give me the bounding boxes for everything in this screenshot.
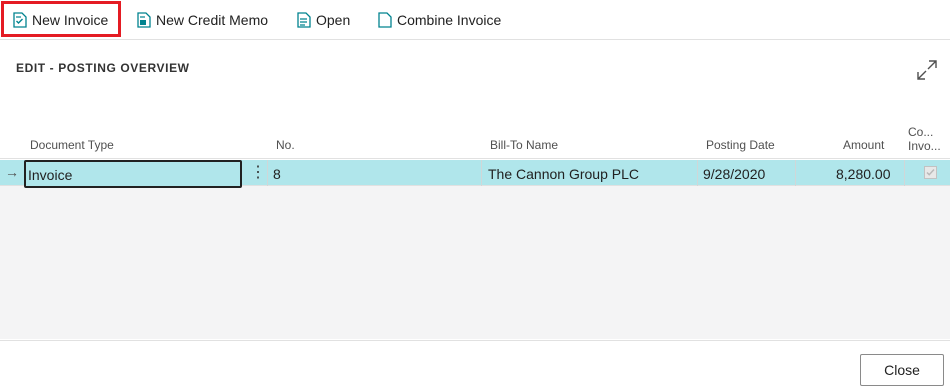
action-bar: New Invoice New Credit Memo Open Combine…: [0, 0, 950, 40]
header-no[interactable]: No.: [276, 138, 295, 152]
no-cell[interactable]: 8: [273, 166, 281, 182]
expand-icon[interactable]: [915, 58, 939, 82]
header-posting-date[interactable]: Posting Date: [706, 138, 775, 152]
open-document-icon: [297, 12, 311, 28]
combine-invoice-label: Combine Invoice: [397, 12, 502, 28]
header-combine-invoice-line1: Co...: [908, 125, 934, 139]
table-row[interactable]: → Invoice ⋮ 8 The Cannon Group PLC 9/28/…: [0, 160, 950, 188]
credit-memo-icon: [137, 12, 151, 28]
combine-invoice-checkbox[interactable]: [924, 166, 937, 179]
new-credit-memo-button[interactable]: New Credit Memo: [137, 0, 268, 40]
header-bill-to-name[interactable]: Bill-To Name: [490, 138, 558, 152]
page-title: EDIT - POSTING OVERVIEW: [16, 61, 190, 75]
row-arrow-icon: →: [5, 164, 19, 180]
column-divider: [904, 160, 905, 186]
new-invoice-label: New Invoice: [32, 12, 109, 28]
checkmark-icon: [926, 168, 935, 176]
grid-header: Document Type No. Bill-To Name Posting D…: [0, 125, 950, 159]
header-combine-invoice-line2: Invo...: [908, 139, 941, 153]
amount-cell[interactable]: 8,280.00: [836, 166, 891, 182]
column-divider: [795, 160, 796, 186]
grid-body: → Invoice ⋮ 8 The Cannon Group PLC 9/28/…: [0, 160, 950, 339]
column-divider: [481, 160, 482, 186]
column-divider: [697, 160, 698, 186]
posting-date-cell[interactable]: 9/28/2020: [703, 166, 765, 182]
bill-to-name-cell[interactable]: The Cannon Group PLC: [488, 166, 639, 182]
more-options-icon[interactable]: ⋮: [250, 162, 266, 182]
dialog-footer: Close: [0, 340, 950, 391]
open-button[interactable]: Open: [297, 0, 350, 40]
document-type-field[interactable]: Invoice: [24, 160, 242, 188]
document-type-value: Invoice: [28, 167, 73, 183]
new-credit-memo-label: New Credit Memo: [156, 12, 269, 28]
posting-overview-grid: Document Type No. Bill-To Name Posting D…: [0, 125, 950, 339]
close-button[interactable]: Close: [860, 354, 944, 386]
open-label: Open: [316, 12, 351, 28]
new-document-icon: [13, 12, 27, 28]
header-combine-invoice[interactable]: Co... Invo...: [908, 125, 941, 153]
new-invoice-button[interactable]: New Invoice: [13, 0, 108, 40]
blank-document-icon: [378, 12, 392, 28]
combine-invoice-button[interactable]: Combine Invoice: [378, 0, 501, 40]
column-divider: [267, 160, 268, 186]
header-amount[interactable]: Amount: [843, 138, 884, 152]
header-document-type[interactable]: Document Type: [30, 138, 114, 152]
